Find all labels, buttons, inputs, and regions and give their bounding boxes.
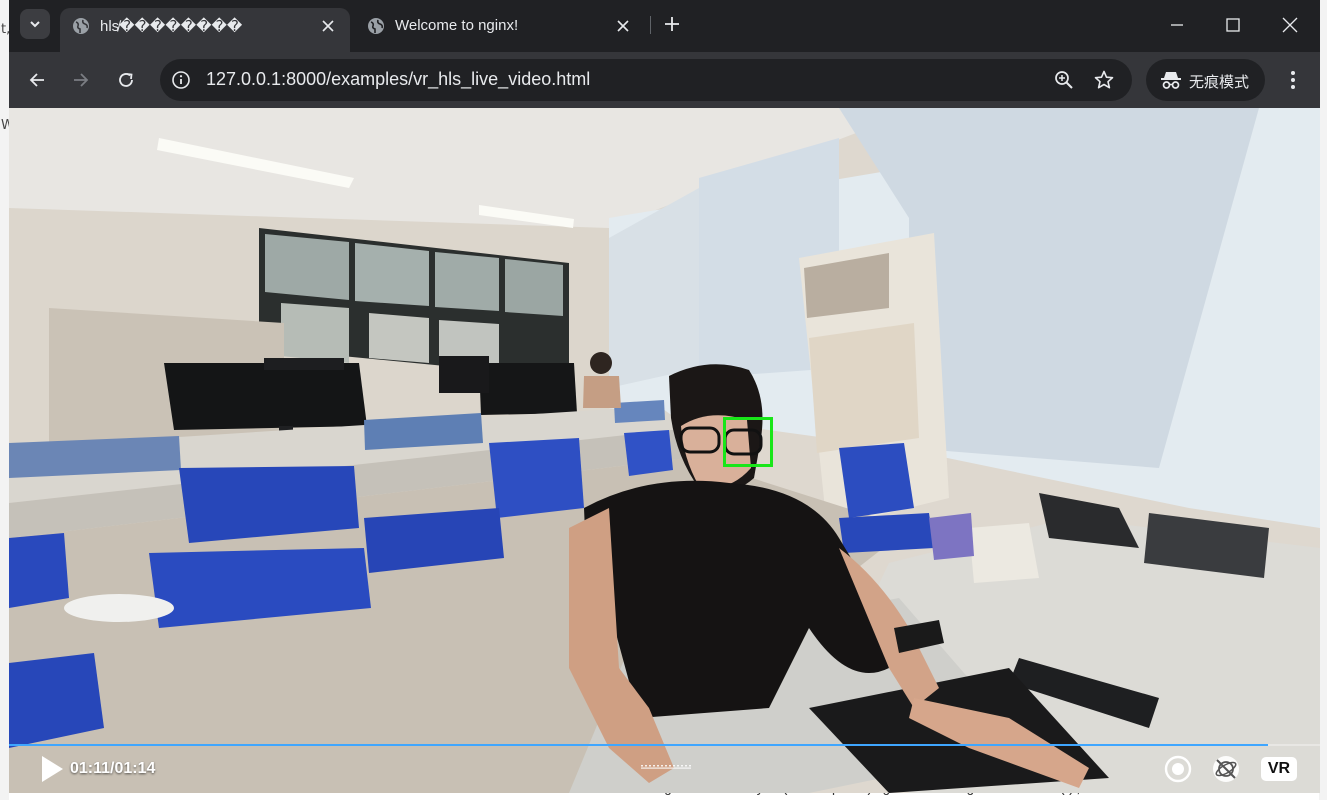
progress-bar[interactable] bbox=[9, 744, 1320, 746]
desktop-background-left: t, W bbox=[0, 0, 14, 800]
reload-icon bbox=[119, 73, 133, 87]
browser-window: hls⁠̸�������� Welcome to nginx! bbox=[9, 0, 1320, 793]
plus-icon bbox=[665, 17, 679, 31]
tab-close-button[interactable] bbox=[316, 14, 340, 38]
chevron-down-icon bbox=[30, 21, 40, 28]
drag-handle-icon[interactable] bbox=[641, 765, 691, 769]
record-icon[interactable] bbox=[1164, 755, 1192, 783]
incognito-label: 无痕模式 bbox=[1189, 74, 1250, 91]
close-icon bbox=[322, 20, 334, 32]
progress-fill bbox=[9, 744, 1268, 746]
url-text: 127.0.0.1:8000/examples/vr_hls_live_vide… bbox=[206, 69, 591, 89]
close-icon bbox=[617, 20, 629, 32]
vr-mode-button[interactable]: VR bbox=[1261, 757, 1297, 781]
incognito-icon bbox=[1161, 72, 1181, 89]
bookmark-star-icon[interactable] bbox=[1093, 69, 1115, 91]
site-info-icon[interactable] bbox=[170, 69, 192, 91]
tab-title: Welcome to nginx! bbox=[395, 17, 519, 34]
browser-toolbar: 127.0.0.1:8000/examples/vr_hls_live_vide… bbox=[9, 52, 1320, 108]
incognito-indicator[interactable]: 无痕模式 bbox=[1146, 59, 1265, 101]
tab-title: hls⁠̸�������� bbox=[100, 18, 243, 35]
video-frame bbox=[9, 108, 1320, 793]
globe-icon bbox=[73, 18, 89, 34]
maximize-icon bbox=[1226, 18, 1240, 32]
close-icon bbox=[1282, 17, 1298, 33]
play-icon[interactable] bbox=[40, 755, 64, 783]
forward-button[interactable] bbox=[65, 64, 97, 96]
minimize-button[interactable] bbox=[1157, 8, 1197, 42]
zoom-icon[interactable] bbox=[1053, 69, 1075, 91]
browser-menu-button[interactable] bbox=[1279, 64, 1307, 96]
tab-strip: hls⁠̸�������� Welcome to nginx! bbox=[9, 0, 1320, 52]
minimize-icon bbox=[1171, 24, 1183, 26]
face-detection-box bbox=[723, 417, 773, 467]
tab-search-button[interactable] bbox=[20, 9, 50, 39]
more-vertical-icon bbox=[1291, 71, 1295, 89]
back-button[interactable] bbox=[21, 64, 53, 96]
tab-close-button[interactable] bbox=[611, 14, 635, 38]
address-bar[interactable]: 127.0.0.1:8000/examples/vr_hls_live_vide… bbox=[160, 59, 1132, 101]
gyroscope-off-icon[interactable] bbox=[1212, 755, 1240, 783]
maximize-button[interactable] bbox=[1213, 8, 1253, 42]
tab-separator bbox=[650, 16, 651, 34]
arrow-right-icon bbox=[74, 73, 89, 87]
arrow-left-icon bbox=[29, 73, 44, 87]
reload-button[interactable] bbox=[110, 64, 142, 96]
globe-icon bbox=[368, 18, 384, 34]
desktop-background-right bbox=[1319, 0, 1327, 800]
new-tab-button[interactable] bbox=[659, 11, 685, 37]
close-window-button[interactable] bbox=[1270, 8, 1310, 42]
tab-hls[interactable]: hls⁠̸�������� bbox=[60, 8, 350, 52]
vr-video-player[interactable]: 01:11/01:14 VR bbox=[9, 108, 1320, 793]
tab-nginx[interactable]: Welcome to nginx! bbox=[355, 8, 645, 52]
time-display: 01:11/01:14 bbox=[70, 760, 156, 777]
